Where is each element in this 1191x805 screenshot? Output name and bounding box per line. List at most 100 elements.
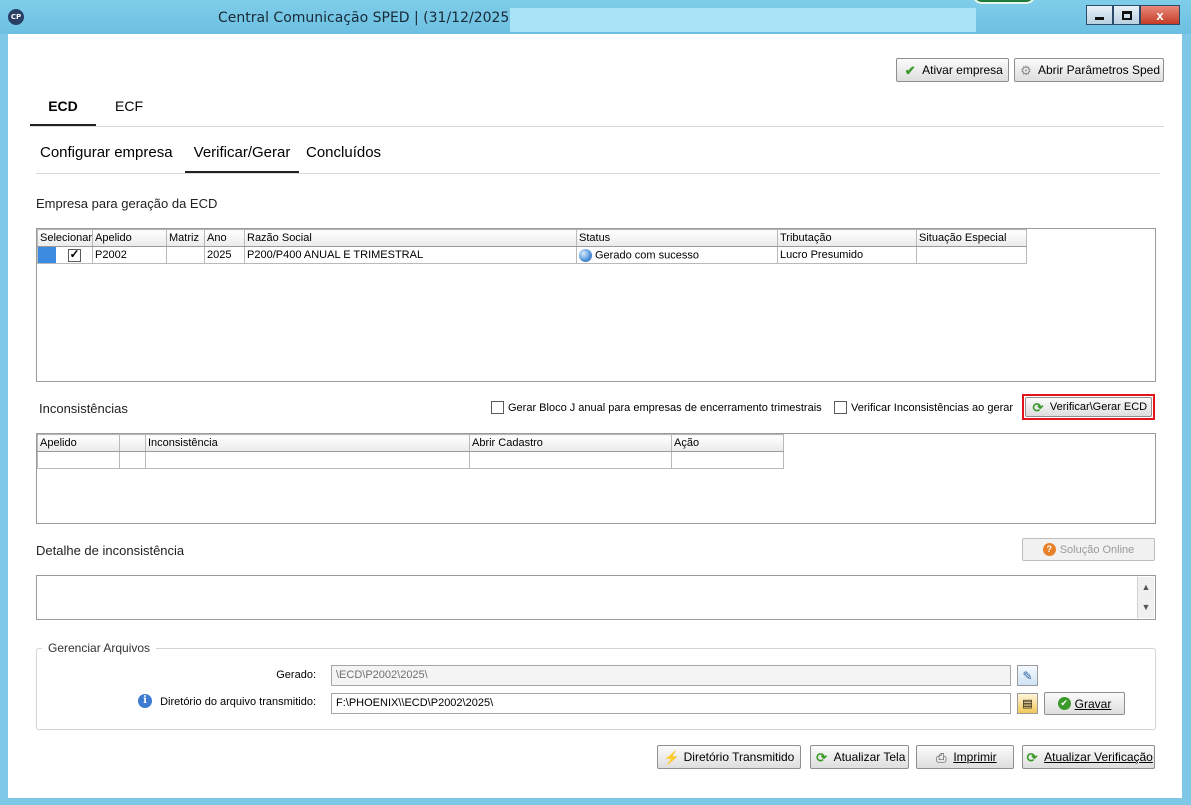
transmitted-dir-label: Diretório do arquivo transmitido:	[160, 696, 316, 708]
inconsistencies-header-row: Apelido Inconsistência Abrir Cadastro Aç…	[37, 434, 784, 452]
col-razao-social[interactable]: Razão Social	[244, 229, 577, 247]
table-row	[37, 451, 784, 469]
refresh-icon: ⟳	[1026, 749, 1038, 765]
empty-cell	[119, 451, 146, 469]
bloco-j-option[interactable]: Gerar Bloco J anual para empresas de enc…	[491, 401, 822, 414]
col-tributacao[interactable]: Tributação	[777, 229, 917, 247]
window-title: Central Comunicação SPED | (31/12/2025) …	[218, 10, 525, 26]
verify-inconsistencies-label: Verificar Inconsistências ao gerar	[851, 401, 1014, 414]
checkmark-icon: ✓	[69, 246, 80, 261]
maximize-button[interactable]	[1113, 5, 1140, 25]
empty-cell	[37, 451, 120, 469]
open-sped-params-label: Abrir Parâmetros Sped	[1037, 63, 1161, 77]
col-apelido[interactable]: Apelido	[92, 229, 167, 247]
col-acao[interactable]: Ação	[671, 434, 784, 452]
cell-status: Gerado com sucesso	[576, 246, 778, 264]
activate-company-label: Ativar empresa	[922, 63, 1003, 77]
subtab-concluidos[interactable]: Concluídos	[306, 144, 381, 161]
folder-icon[interactable]: ▤	[1017, 693, 1038, 714]
close-button[interactable]: x	[1140, 5, 1180, 25]
row-selection-marker	[38, 247, 56, 263]
cell-situacao-especial	[916, 246, 1027, 264]
generated-path-field[interactable]: \ECD\P2002\2025\	[331, 665, 1011, 686]
files-group	[36, 648, 1156, 730]
maximize-icon	[1121, 10, 1132, 20]
transmitted-dir-button[interactable]: ⚡ Diretório Transmitido	[657, 745, 801, 769]
refresh-check-label: Atualizar Verificação	[1044, 750, 1153, 764]
scroll-up-icon[interactable]: ▲	[1138, 577, 1154, 597]
title-redacted-area	[510, 8, 976, 32]
main-tabs-divider	[30, 126, 1164, 127]
inconsistencies-grid[interactable]: Apelido Inconsistência Abrir Cadastro Aç…	[36, 433, 1156, 524]
empty-cell	[671, 451, 784, 469]
empty-cell	[145, 451, 470, 469]
col-blank[interactable]	[119, 434, 146, 452]
col-inconsistencia[interactable]: Inconsistência	[145, 434, 470, 452]
save-check-icon: ✔	[1057, 697, 1071, 710]
col-selecionar[interactable]: Selecionar	[37, 229, 93, 247]
refresh-screen-label: Atualizar Tela	[833, 750, 906, 764]
scroll-down-icon[interactable]: ▼	[1138, 597, 1154, 617]
refresh-icon: ⟳	[1032, 399, 1044, 415]
online-solution-label: Solução Online	[1059, 543, 1135, 556]
col-apelido[interactable]: Apelido	[37, 434, 120, 452]
transmitted-dir-field[interactable]: F:\PHOENIX\\ECD\P2002\2025\	[331, 693, 1011, 714]
cell-matriz	[166, 246, 205, 264]
open-sped-params-button[interactable]: ⚙ Abrir Parâmetros Sped	[1014, 58, 1164, 82]
edit-icon[interactable]: ✎	[1017, 665, 1038, 686]
files-group-title: Gerenciar Arquivos	[42, 641, 157, 655]
subtab-verificar-gerar[interactable]: Verificar/Gerar	[185, 144, 299, 173]
tab-ecf[interactable]: ECF	[100, 98, 158, 126]
sub-tabs-divider	[36, 173, 1160, 174]
row-select-checkbox[interactable]: ✓	[67, 246, 81, 262]
inconsistencies-section-title: Inconsistências	[39, 401, 128, 416]
detail-scrollbar[interactable]: ▲ ▼	[1137, 577, 1154, 618]
companies-grid[interactable]: Selecionar Apelido Matriz Ano Razão Soci…	[36, 228, 1156, 382]
refresh-icon: ⟳	[816, 749, 828, 765]
printer-icon: ⎙	[936, 749, 947, 765]
verify-generate-ecd-button[interactable]: ⟳ Verificar\Gerar ECD	[1025, 397, 1152, 417]
print-button[interactable]: ⎙ Imprimir	[916, 745, 1014, 769]
companies-header-row: Selecionar Apelido Matriz Ano Razão Soci…	[37, 229, 1027, 247]
col-ano[interactable]: Ano	[204, 229, 245, 247]
bloco-j-checkbox[interactable]	[491, 401, 504, 414]
companies-section-title: Empresa para geração da ECD	[36, 196, 218, 211]
cell-tributacao: Lucro Presumido	[777, 246, 917, 264]
col-status[interactable]: Status	[576, 229, 778, 247]
detail-section-title: Detalhe de inconsistência	[36, 543, 185, 558]
bloco-j-label: Gerar Bloco J anual para empresas de enc…	[508, 401, 822, 414]
cell-ano: 2025	[204, 246, 245, 264]
save-button[interactable]: ✔ Gravar	[1044, 692, 1125, 715]
cell-razao-social: P200/P400 ANUAL E TRIMESTRAL	[244, 246, 577, 264]
print-label: Imprimir	[953, 750, 997, 764]
col-matriz[interactable]: Matriz	[166, 229, 205, 247]
transmitted-dir-button-label: Diretório Transmitido	[683, 750, 795, 764]
refresh-check-button[interactable]: ⟳ Atualizar Verificação	[1022, 745, 1155, 769]
close-icon: x	[1156, 7, 1164, 23]
background-window-edge	[972, 0, 1036, 4]
select-cell[interactable]: ✓	[37, 246, 93, 264]
verify-inconsistencies-checkbox[interactable]	[834, 401, 847, 414]
verify-inconsistencies-option[interactable]: Verificar Inconsistências ao gerar	[834, 401, 1013, 414]
gear-icon: ⚙	[1020, 62, 1032, 78]
verify-generate-ecd-label: Verificar\Gerar ECD	[1049, 401, 1148, 413]
activate-company-button[interactable]: ✔ Ativar empresa	[896, 58, 1009, 82]
status-globe-icon	[579, 248, 592, 262]
tab-ecf-label: ECF	[115, 98, 143, 114]
online-solution-button[interactable]: ? Solução Online	[1022, 538, 1155, 561]
subtab-configurar-label: Configurar empresa	[40, 144, 173, 161]
detail-textarea[interactable]	[36, 575, 1156, 620]
inconsistencies-table: Apelido Inconsistência Abrir Cadastro Aç…	[37, 434, 784, 469]
refresh-screen-button[interactable]: ⟳ Atualizar Tela	[810, 745, 909, 769]
tab-ecd[interactable]: ECD	[30, 98, 96, 126]
tab-ecd-label: ECD	[48, 98, 78, 114]
app-logo-icon: CP	[8, 9, 24, 25]
col-abrir-cadastro[interactable]: Abrir Cadastro	[469, 434, 672, 452]
info-icon: i	[138, 694, 152, 708]
checkmark-icon: ✔	[904, 62, 916, 78]
col-situacao-especial[interactable]: Situação Especial	[916, 229, 1027, 247]
table-row[interactable]: ✓ P2002 2025 P200/P400 ANUAL E TRIMESTRA…	[37, 246, 1027, 264]
minimize-button[interactable]	[1086, 5, 1113, 25]
minimize-icon	[1095, 16, 1104, 20]
subtab-configurar-empresa[interactable]: Configurar empresa	[40, 144, 173, 161]
